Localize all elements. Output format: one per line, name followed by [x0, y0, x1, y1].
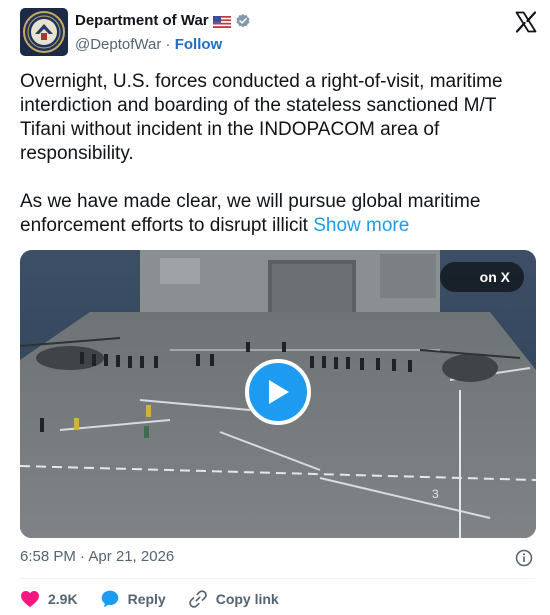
action-bar: 2.9K Reply Copy link — [20, 588, 301, 610]
info-icon[interactable] — [515, 549, 533, 567]
heart-icon — [21, 590, 39, 608]
tweet-paragraph-2: As we have made clear, we will pursue gl… — [20, 190, 535, 238]
show-more-link[interactable]: Show more — [313, 215, 409, 236]
verified-badge-icon — [235, 13, 251, 29]
reply-button[interactable]: Reply — [100, 589, 166, 609]
tweet-meta: 6:58 PM · Apr 21, 2026 — [20, 548, 535, 570]
tweet-header: Department of War @DeptofWar · Follow — [20, 8, 538, 60]
actions-divider — [20, 578, 535, 579]
copy-link-button[interactable]: Copy link — [188, 589, 279, 609]
like-count: 2.9K — [48, 591, 78, 607]
like-button[interactable]: 2.9K — [20, 590, 78, 608]
us-flag-icon — [212, 15, 231, 28]
tweet-card: Department of War @DeptofWar · Follow Ov… — [0, 0, 550, 615]
svg-text:3: 3 — [432, 487, 439, 501]
timestamp[interactable]: 6:58 PM · Apr 21, 2026 — [20, 548, 174, 565]
link-icon — [188, 590, 207, 608]
tweet-paragraph-2-text: As we have made clear, we will pursue gl… — [20, 191, 481, 236]
avatar[interactable] — [20, 8, 68, 56]
copy-link-label: Copy link — [215, 591, 279, 607]
watch-on-x-badge[interactable]: on X — [439, 262, 524, 292]
reply-label: Reply — [127, 591, 166, 607]
video-player[interactable]: 3 on X — [20, 250, 536, 538]
tweet-paragraph-1: Overnight, U.S. forces conducted a right… — [20, 71, 503, 164]
separator: · — [165, 36, 171, 53]
watch-label: on X — [479, 269, 510, 285]
handle-line: @DeptofWar · Follow — [75, 36, 222, 53]
follow-button[interactable]: Follow — [175, 36, 223, 53]
play-button[interactable] — [245, 359, 311, 425]
handle[interactable]: @DeptofWar — [75, 36, 161, 53]
reply-bubble-icon — [101, 590, 118, 608]
play-icon — [269, 380, 289, 404]
display-name[interactable]: Department of War — [75, 12, 209, 29]
name-line: Department of War — [75, 12, 251, 29]
x-logo-icon[interactable] — [514, 10, 538, 34]
seal-icon — [23, 11, 65, 53]
tweet-text: Overnight, U.S. forces conducted a right… — [20, 70, 535, 262]
